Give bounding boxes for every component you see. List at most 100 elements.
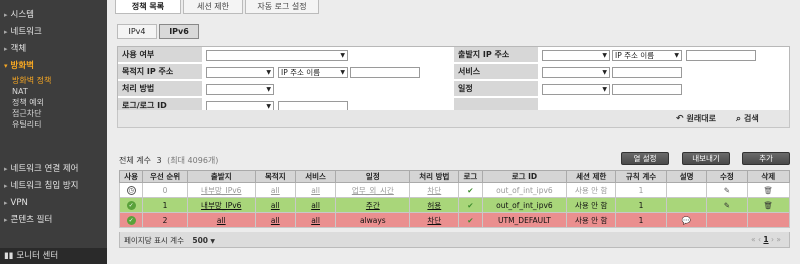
- sidebar-sub-nat[interactable]: NAT: [0, 86, 107, 97]
- col-header[interactable]: 규칙 계수: [615, 170, 667, 183]
- pagination[interactable]: « ‹ 1 › »: [751, 235, 781, 244]
- pencil-icon[interactable]: ✎: [724, 186, 730, 195]
- col-header[interactable]: 일정: [335, 170, 411, 183]
- service-link[interactable]: all: [294, 197, 337, 213]
- dst-link[interactable]: all: [254, 212, 296, 228]
- trash-icon[interactable]: 🗑: [763, 201, 773, 210]
- trash-icon[interactable]: 🗑: [763, 186, 773, 195]
- chevron-right-icon: ▸: [4, 11, 8, 19]
- reset-button[interactable]: ↶ 원래대로: [676, 113, 716, 126]
- chevron-right-icon: ▸: [4, 216, 8, 224]
- schedule-input[interactable]: [612, 84, 682, 95]
- tab-session-limit[interactable]: 세션 제한: [183, 0, 243, 14]
- service-link[interactable]: all: [294, 182, 337, 198]
- src-ip-select[interactable]: ▼: [542, 50, 610, 61]
- add-button[interactable]: 추가: [742, 152, 790, 165]
- src-ip-input[interactable]: [686, 50, 756, 61]
- col-header[interactable]: 목적지: [254, 170, 296, 183]
- chevron-down-icon: ▼: [340, 52, 345, 59]
- col-header[interactable]: 세션 제한: [566, 170, 617, 183]
- sidebar-sub-access-block[interactable]: 접근차단: [0, 108, 107, 119]
- sidebar-item-network-connection-control[interactable]: ▸ 네트워크 연결 제어: [0, 161, 107, 178]
- filter-label-src-ip: 출발지 IP 주소: [454, 47, 538, 63]
- last-page-icon[interactable]: »: [776, 235, 781, 244]
- dest-ip-input[interactable]: [350, 67, 420, 78]
- sidebar-item-firewall[interactable]: ▾ 방화벽: [0, 58, 107, 75]
- enabled-check-icon[interactable]: ✓: [126, 201, 136, 210]
- search-button[interactable]: ⌕ 검색: [736, 113, 759, 126]
- sidebar-monitor-center[interactable]: ▮▮ 모니터 센터: [0, 248, 107, 264]
- page-number[interactable]: 1: [763, 235, 768, 244]
- filter-label-dest-ip: 목적지 IP 주소: [118, 64, 202, 80]
- per-page-control[interactable]: 페이지당 표시 계수 500 ▼: [124, 235, 215, 246]
- src-link[interactable]: 내부망_IPv6: [186, 197, 256, 213]
- policy-table: 사용 우선 순위 출발지 목적지 서비스 일정 처리 방법 로그 로그 ID 세…: [118, 170, 791, 228]
- action-link[interactable]: 차단: [409, 212, 460, 228]
- col-header[interactable]: 우선 순위: [142, 170, 188, 183]
- schedule-text: always: [335, 212, 411, 228]
- column-settings-button[interactable]: 열 설정: [621, 152, 669, 165]
- chevron-right-icon: ▸: [4, 28, 8, 36]
- action-select[interactable]: ▼: [206, 84, 274, 95]
- chevron-right-icon: ▸: [4, 182, 8, 190]
- src-link[interactable]: 내부망_IPv6: [186, 182, 256, 198]
- chevron-down-icon: ▼: [674, 52, 679, 59]
- sidebar-sub-firewall-policy[interactable]: 방화벽 정책: [0, 75, 107, 86]
- col-header[interactable]: 사용: [118, 170, 144, 183]
- service-select[interactable]: ▼: [542, 67, 610, 78]
- sidebar-item-vpn[interactable]: ▸ VPN: [0, 195, 107, 212]
- dst-link[interactable]: all: [254, 197, 296, 213]
- col-header[interactable]: 로그 ID: [481, 170, 568, 183]
- schedule-link[interactable]: 주간: [335, 197, 411, 213]
- table-header: 사용 우선 순위 출발지 목적지 서비스 일정 처리 방법 로그 로그 ID 세…: [118, 170, 791, 183]
- use-select[interactable]: ▼: [206, 50, 348, 61]
- sidebar-sub-policy-exception[interactable]: 정책 예외: [0, 97, 107, 108]
- checkmark-icon: ✔: [467, 200, 474, 210]
- enabled-check-icon[interactable]: ✓: [126, 216, 136, 225]
- bar-chart-icon: ▮▮: [4, 251, 14, 261]
- tab-auto-log-settings[interactable]: 자동 로그 설정: [245, 0, 319, 14]
- col-header[interactable]: 로그: [458, 170, 483, 183]
- dst-link[interactable]: all: [254, 182, 296, 198]
- sidebar-item-system[interactable]: ▸ 시스템: [0, 7, 107, 24]
- comment-icon[interactable]: 💬: [682, 216, 691, 225]
- table-row[interactable]: ◷ 0 내부망_IPv6 all all 업무_외_시간 차단 ✔ out_of…: [118, 182, 791, 198]
- col-header[interactable]: 삭제: [746, 170, 791, 183]
- dest-ip-name-select[interactable]: IP 주소 이름 ▼: [278, 67, 348, 78]
- col-header[interactable]: 서비스: [294, 170, 337, 183]
- src-link[interactable]: all: [186, 212, 256, 228]
- prev-page-icon[interactable]: ‹: [758, 235, 761, 244]
- checkmark-icon: ✔: [467, 215, 474, 225]
- chevron-down-icon: ▼: [602, 86, 607, 93]
- action-link[interactable]: 허용: [409, 197, 460, 213]
- col-header[interactable]: 처리 방법: [409, 170, 460, 183]
- schedule-select[interactable]: ▼: [542, 84, 610, 95]
- sidebar-item-object[interactable]: ▸ 객체: [0, 41, 107, 58]
- tab-policy-list[interactable]: 정책 목록: [115, 0, 181, 14]
- col-header[interactable]: 설명: [665, 170, 708, 183]
- next-page-icon[interactable]: ›: [771, 235, 774, 244]
- table-row[interactable]: ✓ 2 all all all always 차단 ✔ UTM_DEFAULT …: [118, 212, 791, 228]
- tab-ipv6[interactable]: IPv6: [159, 24, 199, 39]
- col-header[interactable]: 출발지: [186, 170, 256, 183]
- sidebar-item-network[interactable]: ▸ 네트워크: [0, 24, 107, 41]
- service-link[interactable]: all: [294, 212, 337, 228]
- export-button[interactable]: 내보내기: [682, 152, 730, 165]
- action-link[interactable]: 차단: [409, 182, 460, 198]
- first-page-icon[interactable]: «: [751, 235, 756, 244]
- dest-ip-select[interactable]: ▼: [206, 67, 274, 78]
- sidebar-item-network-intrusion-prevention[interactable]: ▸ 네트워크 침입 방지: [0, 178, 107, 195]
- sidebar-sub-utility[interactable]: 유틸리티: [0, 119, 107, 130]
- pencil-icon[interactable]: ✎: [724, 201, 730, 210]
- col-header[interactable]: 수정: [706, 170, 748, 183]
- table-footer: 페이지당 표시 계수 500 ▼ « ‹ 1 › »: [119, 232, 790, 248]
- sidebar-item-content-filter[interactable]: ▸ 콘텐츠 필터: [0, 212, 107, 229]
- src-ip-name-select[interactable]: IP 주소 이름 ▼: [612, 50, 682, 61]
- schedule-link[interactable]: 업무_외_시간: [335, 182, 411, 198]
- table-row[interactable]: ✓ 1 내부망_IPv6 all all 주간 허용 ✔ out_of_int_…: [118, 197, 791, 213]
- clock-icon[interactable]: ◷: [126, 186, 136, 195]
- chevron-down-icon: ▾: [4, 62, 8, 70]
- tab-ipv4[interactable]: IPv4: [117, 24, 157, 39]
- chevron-right-icon: ▸: [4, 199, 8, 207]
- service-input[interactable]: [612, 67, 682, 78]
